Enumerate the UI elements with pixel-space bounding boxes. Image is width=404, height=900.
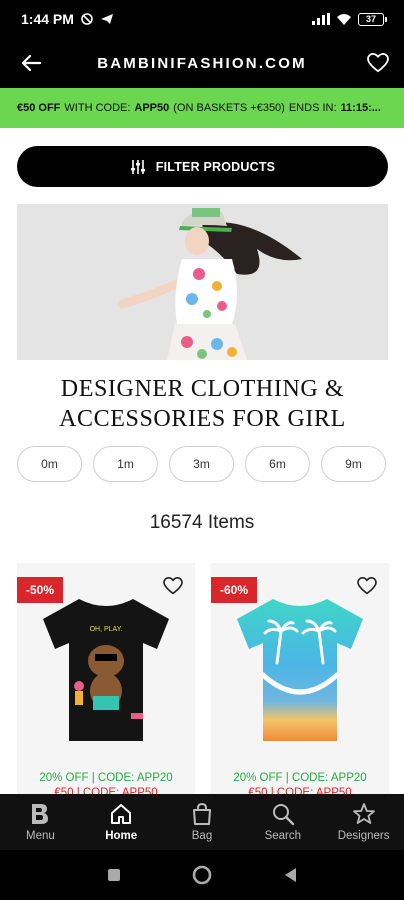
nav-designers-label: Designers [337,830,390,842]
bottom-navigation: Menu Home Bag Search Designers [0,794,404,850]
filter-label: FILTER PRODUCTS [155,159,276,174]
product-card[interactable]: -60% 20% OFF | CODE: APP20 €50 | CODE: A… [211,563,389,798]
star-icon [352,802,376,826]
nav-home[interactable]: Home [81,794,162,850]
recents-button[interactable] [99,860,129,890]
nav-search-label: Search [264,830,301,842]
heart-icon [367,53,389,73]
status-left: 1:44 PM [21,11,114,27]
status-time: 1:44 PM [21,11,74,27]
signal-icon [312,13,330,25]
product-promo-code: 20% OFF | CODE: APP20 [233,772,367,784]
home-icon [109,802,133,826]
system-navigation [0,850,404,900]
promo-banner[interactable]: €50 OFF WITH CODE: APP50 (ON BASKETS +€3… [0,88,404,128]
promo-ends: ENDS IN: [288,102,337,114]
status-right: 37 [312,12,387,26]
promo-timer: 11:15:... [340,102,381,114]
back-system-button[interactable] [275,860,305,890]
hero-girl-illustration [17,204,388,360]
age-chip-0m[interactable]: 0m [17,446,82,482]
tshirt-print-text: OH, PLAY. [90,626,123,633]
nav-search[interactable]: Search [242,794,323,850]
back-arrow-icon [21,54,41,72]
page-title: DESIGNER CLOTHING & ACCESSORIES FOR GIRL [59,376,346,432]
home-system-button[interactable] [187,860,217,890]
app-header: BAMBINIFASHION.COM [0,38,404,88]
age-chip-6m[interactable]: 6m [245,446,310,482]
hero-image [17,204,388,360]
nav-designers[interactable]: Designers [323,794,404,850]
battery-icon: 37 [358,12,387,26]
filter-sliders-icon [130,159,145,174]
wishlist-button[interactable] [364,49,392,77]
promo-discount: €50 OFF [17,102,61,114]
product-card[interactable]: -50% OH, PLAY. 20% OFF | CODE: APP20 €50… [17,563,195,798]
recents-square-icon [108,869,120,881]
age-chip-9m[interactable]: 9m [321,446,386,482]
age-chip-3m[interactable]: 3m [169,446,234,482]
search-icon [271,802,295,826]
home-circle-icon [192,865,212,885]
promo-condition: (ON BASKETS +€350) [173,102,285,114]
age-chip-1m[interactable]: 1m [93,446,158,482]
bag-icon [191,802,213,826]
filter-products-button[interactable]: FILTER PRODUCTS [17,146,388,187]
wifi-icon [337,13,351,25]
battery-level: 37 [365,14,376,24]
bambini-logo-icon [29,802,51,826]
back-triangle-icon [285,868,296,882]
nav-menu-label: Menu [26,830,55,842]
brand-title: BAMBINIFASHION.COM [97,54,307,72]
telegram-icon [100,14,113,24]
promo-with-code: WITH CODE: [64,102,131,114]
nav-home-label: Home [105,830,138,842]
age-filter-chips: 0m 1m 3m 6m 9m [17,446,404,482]
status-sync-icon [81,13,93,25]
status-bar: 1:44 PM 37 [0,0,404,38]
nav-bag-label: Bag [191,830,213,842]
promo-code: APP50 [134,102,170,114]
nav-menu[interactable]: Menu [0,794,81,850]
nav-bag[interactable]: Bag [162,794,243,850]
item-count: 16574 Items [149,512,255,533]
back-button[interactable] [18,50,44,76]
product-image-gradient-tshirt [237,599,363,741]
product-promo-code: 20% OFF | CODE: APP20 [39,772,173,784]
product-image-black-tshirt: OH, PLAY. [43,599,169,741]
